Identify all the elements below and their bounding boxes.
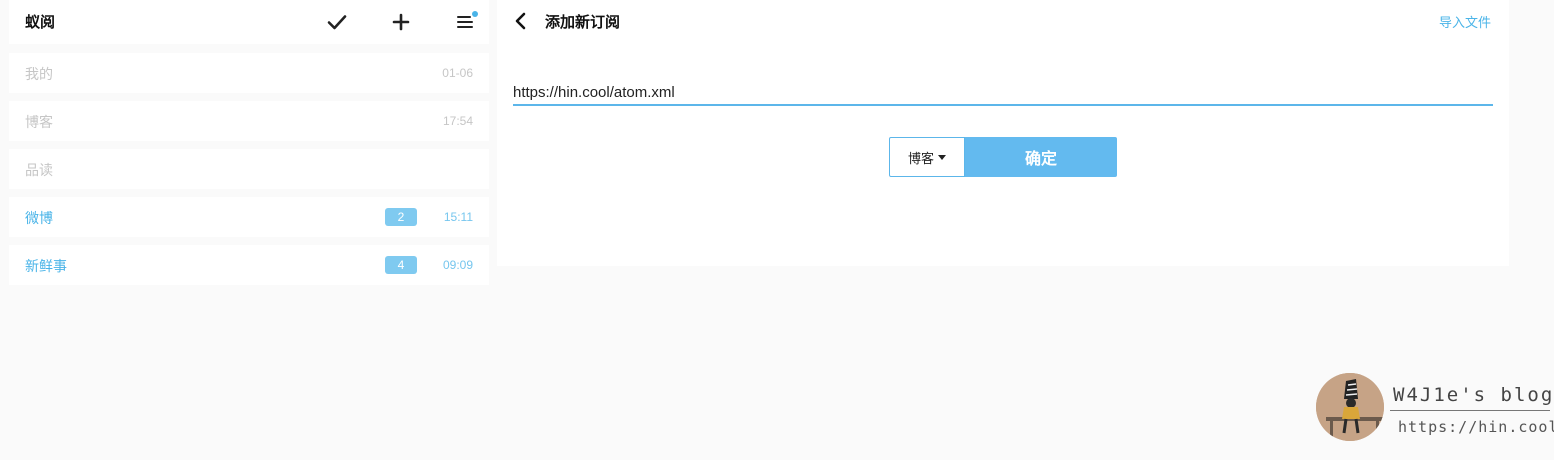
import-file-link[interactable]: 导入文件 <box>1439 12 1491 31</box>
blog-avatar <box>1316 373 1384 441</box>
sidebar-group-weibo[interactable]: 微博 2 15:11 <box>9 197 489 237</box>
group-time: 15:11 <box>443 210 473 224</box>
plus-icon[interactable] <box>389 10 413 34</box>
notification-dot <box>472 11 478 17</box>
add-feed-panel: 添加新订阅 导入文件 博客 确定 <box>497 0 1509 266</box>
divider <box>1390 410 1550 411</box>
confirm-button[interactable]: 确定 <box>965 137 1117 177</box>
group-time: 09:09 <box>442 258 473 272</box>
group-name: 我的 <box>25 67 53 83</box>
group-name: 博客 <box>25 115 53 131</box>
menu-icon[interactable] <box>453 10 478 34</box>
check-icon[interactable] <box>325 10 349 34</box>
feed-url-input[interactable] <box>513 80 1493 106</box>
sidebar-group-news[interactable]: 新鲜事 4 09:09 <box>9 245 489 285</box>
blog-watermark: W4J1e's blog https://hin.cool <box>1316 372 1554 444</box>
caret-down-icon <box>938 154 946 160</box>
unread-badge: 2 <box>385 208 417 226</box>
sidebar: 蚁阅 我的 01-06 博客 17:54 品读 微博 2 15:11 新鲜事 4… <box>9 0 489 285</box>
action-row: 博客 确定 <box>889 137 1117 177</box>
group-name: 微博 <box>25 211 53 227</box>
app-title: 蚁阅 <box>25 13 56 31</box>
unread-badge: 4 <box>385 256 417 274</box>
blog-title: W4J1e's blog <box>1393 384 1554 406</box>
group-time: 01-06 <box>442 66 473 80</box>
group-name: 品读 <box>25 163 53 179</box>
category-select-label: 博客 <box>907 151 934 167</box>
group-time: 17:54 <box>442 114 473 128</box>
page-title: 添加新订阅 <box>545 13 621 31</box>
group-name: 新鲜事 <box>25 259 67 275</box>
sidebar-group-reading[interactable]: 品读 <box>9 149 489 189</box>
back-icon[interactable] <box>512 11 530 31</box>
sidebar-group-blog[interactable]: 博客 17:54 <box>9 101 489 141</box>
sidebar-header: 蚁阅 <box>9 0 489 44</box>
sidebar-group-mine[interactable]: 我的 01-06 <box>9 53 489 93</box>
category-select[interactable]: 博客 <box>889 137 965 177</box>
blog-url: https://hin.cool <box>1398 418 1554 436</box>
